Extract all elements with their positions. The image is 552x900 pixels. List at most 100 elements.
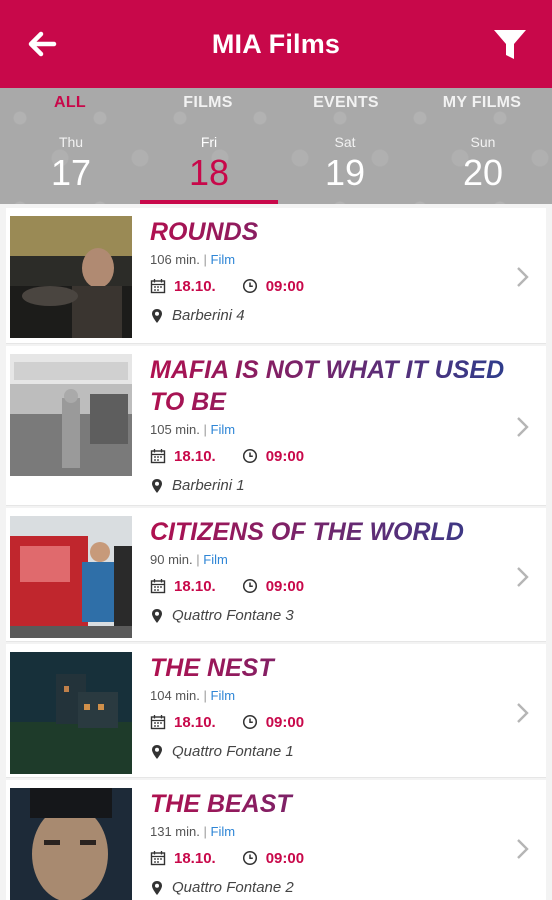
tab-events[interactable]: EVENTS [276,94,416,118]
screening-hour: 09:00 [265,713,305,731]
calendar-icon [150,579,166,594]
clock-icon [242,278,257,294]
film-meta: 90 min. | Film [150,552,506,567]
chevron-right-icon [517,267,529,287]
film-title: THE NEST [150,652,506,684]
screening-hour: 09:00 [265,447,305,465]
venue: Barberini 4 [150,307,506,324]
meta-separator: | [203,422,207,437]
film-type: Film [210,422,236,437]
film-card-rounds[interactable]: ROUNDS 106 min. | Film 18.10. 09:00 Barb… [6,208,546,344]
film-poster [10,652,132,774]
screening-date: 18.10. [174,849,216,867]
clock-icon [242,448,257,464]
film-title: THE BEAST [150,788,506,820]
film-card-citizens[interactable]: CITIZENS OF THE WORLD 90 min. | Film 18.… [6,508,546,642]
film-duration: 106 min. [150,252,200,267]
calendar-icon [150,851,166,866]
tab-all[interactable]: ALL [0,94,140,118]
meta-separator: | [196,552,200,567]
screening-hour: 09:00 [265,849,305,867]
film-meta: 105 min. | Film [150,422,506,437]
screening-date: 18.10. [174,447,216,465]
venue-name: Quattro Fontane 1 [172,743,294,760]
film-title: CITIZENS OF THE WORLD [150,516,506,548]
film-duration: 131 min. [150,824,200,839]
venue-name: Quattro Fontane 2 [172,879,294,896]
venue-name: Barberini 1 [172,477,245,494]
venue: Quattro Fontane 3 [150,607,506,624]
film-card-mafia[interactable]: MAFIA IS NOT WHAT IT USED TO BE 105 min.… [6,346,546,506]
film-list: ROUNDS 106 min. | Film 18.10. 09:00 Barb… [0,204,552,900]
day-number: 18 [188,152,230,193]
calendar-icon [150,279,166,294]
screening-time: 18.10. 09:00 [150,277,506,295]
venue: Barberini 1 [150,477,506,494]
tab-my-films[interactable]: MY FILMS [412,94,552,118]
day-number: 20 [462,152,504,193]
film-duration: 90 min. [150,552,193,567]
film-card-the-nest[interactable]: THE NEST 104 min. | Film 18.10. 09:00 Qu… [6,644,546,778]
day-sun[interactable]: Sun 20 [414,128,552,204]
venue-name: Quattro Fontane 3 [172,607,294,624]
film-poster [10,216,132,338]
map-pin-icon [152,744,162,759]
app-bar: MIA Films [0,0,552,88]
film-title: ROUNDS [150,216,506,248]
category-tabs: ALL FILMS EVENTS MY FILMS [0,88,552,122]
screening-time: 18.10. 09:00 [150,849,506,867]
arrow-left-icon[interactable] [22,24,62,64]
day-thu[interactable]: Thu 17 [2,128,140,204]
film-card-the-beast[interactable]: THE BEAST 131 min. | Film 18.10. 09:00 Q… [6,780,546,900]
meta-separator: | [203,252,207,267]
film-type: Film [210,824,236,839]
chevron-right-icon [517,839,529,859]
film-title: MAFIA IS NOT WHAT IT USED TO BE [150,356,505,416]
film-type: Film [210,688,236,703]
calendar-icon [150,715,166,730]
meta-separator: | [203,688,207,703]
map-pin-icon [152,308,162,323]
tab-films[interactable]: FILMS [138,94,278,118]
film-meta: 106 min. | Film [150,252,506,267]
screening-date: 18.10. [174,277,216,295]
day-name: Sun [470,134,496,150]
day-name: Sat [334,134,356,150]
day-number: 19 [324,152,366,193]
day-name: Thu [58,134,84,150]
chevron-right-icon [517,417,529,437]
venue: Quattro Fontane 1 [150,743,506,760]
day-sat[interactable]: Sat 19 [276,128,414,204]
map-pin-icon [152,478,162,493]
clock-icon [242,578,257,594]
chevron-right-icon [517,703,529,723]
day-number: 17 [50,152,92,193]
screening-date: 18.10. [174,713,216,731]
funnel-icon[interactable] [490,24,530,64]
screening-time: 18.10. 09:00 [150,713,506,731]
screening-time: 18.10. 09:00 [150,447,506,465]
film-poster [10,516,132,638]
chevron-right-icon [517,567,529,587]
filter-bar: ALL FILMS EVENTS MY FILMS Thu 17 Fri 18 … [0,88,552,204]
film-poster [10,788,132,900]
film-duration: 105 min. [150,422,200,437]
film-duration: 104 min. [150,688,200,703]
map-pin-icon [152,880,162,895]
screening-time: 18.10. 09:00 [150,577,506,595]
film-type: Film [210,252,236,267]
venue-name: Barberini 4 [172,307,245,324]
page-title: MIA Films [211,28,341,59]
meta-separator: | [203,824,207,839]
film-poster [10,354,132,476]
day-selector: Thu 17 Fri 18 Sat 19 Sun 20 [0,128,552,204]
film-meta: 131 min. | Film [150,824,506,839]
venue: Quattro Fontane 2 [150,879,506,896]
film-meta: 104 min. | Film [150,688,506,703]
clock-icon [242,714,257,730]
film-type: Film [203,552,228,567]
calendar-icon [150,449,166,464]
screening-hour: 09:00 [265,277,305,295]
screening-hour: 09:00 [265,577,305,595]
day-fri[interactable]: Fri 18 [140,128,278,204]
